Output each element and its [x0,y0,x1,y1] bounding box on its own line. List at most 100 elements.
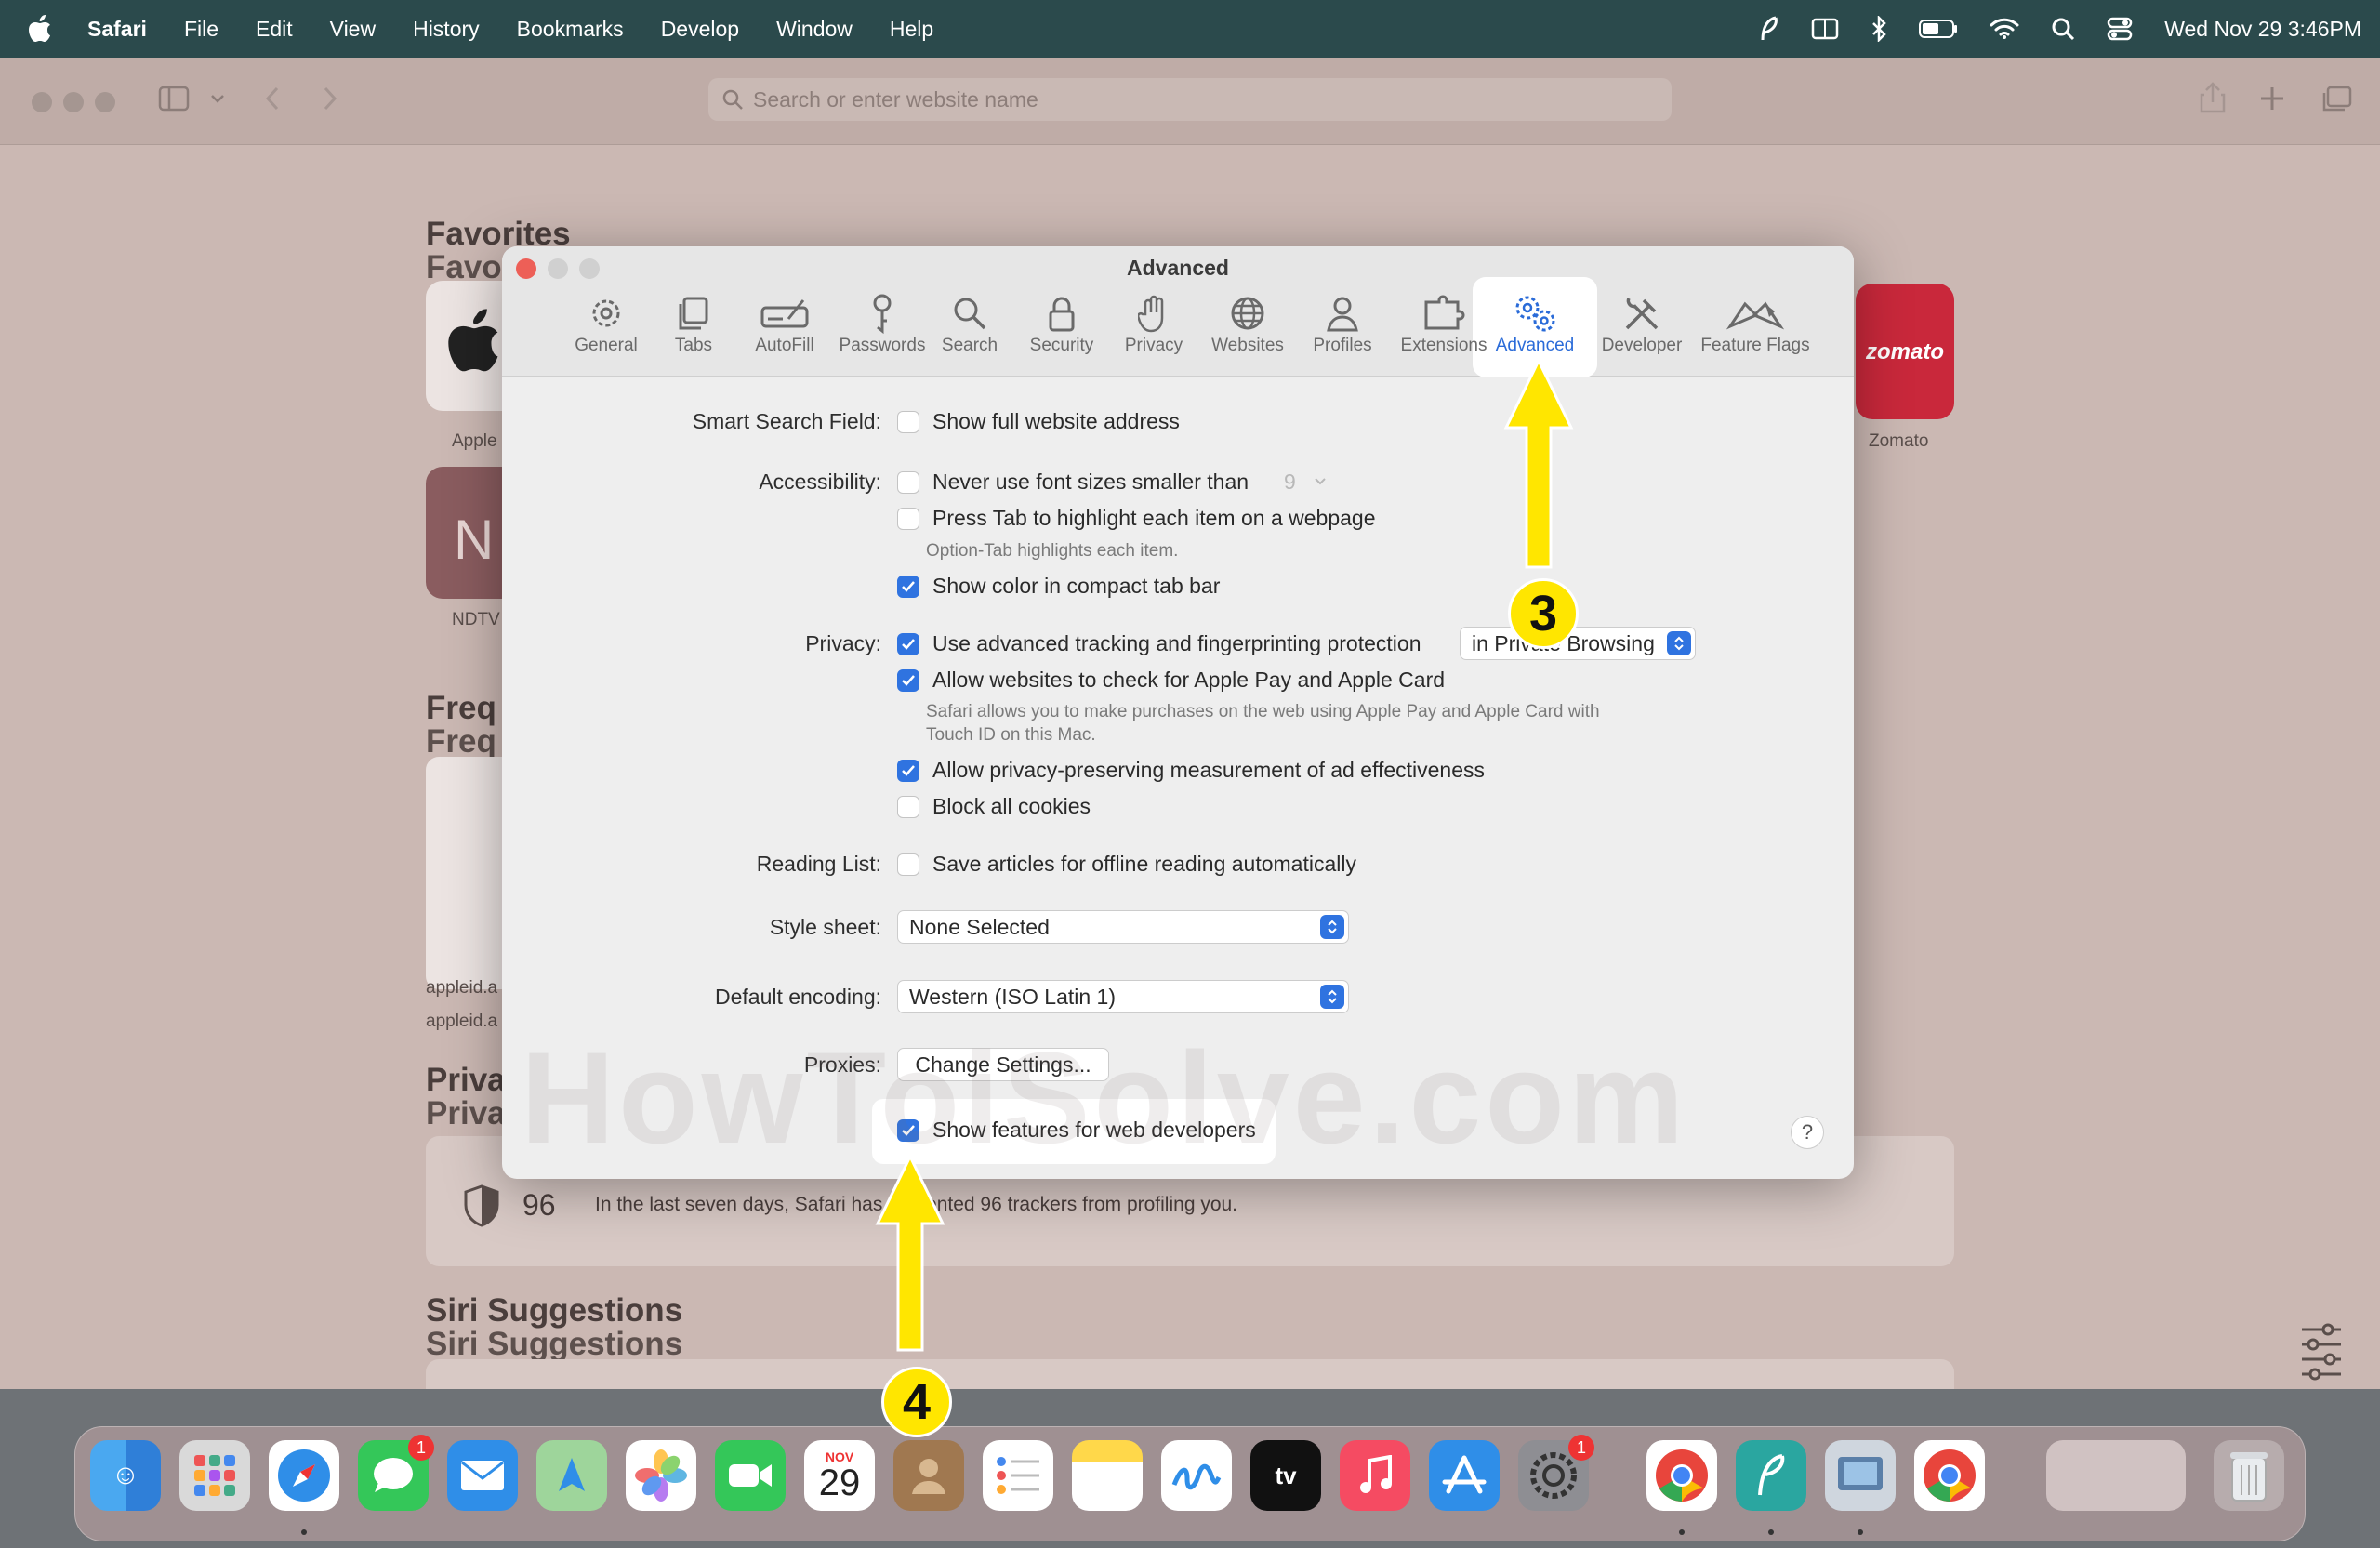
tracking-protection-checkbox[interactable] [897,632,919,655]
address-bar[interactable]: Search or enter website name [708,78,1672,121]
contacts-icon[interactable] [893,1440,964,1511]
tracking-scope-select[interactable]: in Private Browsing [1460,627,1696,660]
downloads-stack-icon[interactable] [2046,1440,2186,1511]
window-close-button[interactable] [32,92,52,112]
settings-badge: 1 [1568,1435,1594,1461]
key-icon [873,294,892,334]
menu-bar: Safari File Edit View History Bookmarks … [0,0,2380,58]
system-settings-icon[interactable]: 1 [1518,1435,1594,1511]
menu-help[interactable]: Help [890,17,933,42]
menubar-clock[interactable]: Wed Nov 29 3:46PM [2164,17,2361,42]
menu-file[interactable]: File [184,17,218,42]
maps-icon[interactable] [536,1440,607,1511]
safari-app-icon[interactable] [269,1440,339,1511]
step-3-marker: 3 [1508,578,1579,649]
chevron-down-icon [1315,478,1326,485]
wifi-icon[interactable] [1990,18,2019,40]
menu-safari[interactable]: Safari [87,17,147,42]
help-button[interactable]: ? [1791,1116,1824,1149]
apple-tv-icon[interactable]: tv [1250,1440,1321,1511]
block-cookies-option[interactable]: Block all cookies [897,794,1091,819]
app-store-icon[interactable] [1429,1440,1500,1511]
menu-history[interactable]: History [413,17,480,42]
facetime-icon[interactable] [715,1440,786,1511]
battery-icon[interactable] [1919,19,1958,39]
chrome-profile-icon[interactable] [1914,1440,1985,1511]
dock-running-dot [301,1529,307,1535]
finder-icon[interactable]: ☺ [90,1440,161,1511]
compact-tab-color-checkbox[interactable] [897,575,919,598]
tab-feature-flags[interactable]: Feature Flags [1688,293,1822,375]
menu-window[interactable]: Window [776,17,853,42]
frequent-item-label: appleid.a [426,978,498,998]
default-encoding-label: Default encoding: [714,985,881,1009]
minimum-font-option[interactable]: Never use font sizes smaller than [897,470,1249,495]
privacy-label: Privacy: [805,631,881,655]
ad-measurement-option[interactable]: Allow privacy-preserving measurement of … [897,758,1485,783]
back-icon[interactable] [264,86,281,112]
customize-sliders-icon[interactable] [2300,1322,2343,1382]
chrome-icon[interactable] [1646,1440,1717,1511]
window-zoom-button[interactable] [95,92,115,112]
photos-icon[interactable] [626,1440,696,1511]
gear-icon [592,299,620,327]
bluetooth-icon[interactable] [1871,16,1887,42]
favorite-zomato-tile[interactable]: zomato [1856,284,1954,419]
scrivener-icon[interactable] [1736,1440,1806,1511]
minimum-font-size-select: 9 [1272,465,1335,498]
tab-overview-icon[interactable] [2320,86,2352,113]
press-tab-option[interactable]: Press Tab to highlight each item on a we… [897,506,1376,531]
dock-running-dot-3 [1768,1529,1774,1535]
share-icon[interactable] [2200,82,2226,113]
notes-icon[interactable] [1072,1440,1143,1511]
safari-toolbar: Search or enter website name [0,58,2380,145]
menu-edit[interactable]: Edit [256,17,293,42]
block-cookies-checkbox[interactable] [897,795,919,818]
mail-icon[interactable] [447,1440,518,1511]
frequent-item-label-2: appleid.a [426,1012,498,1031]
apple-menu-icon[interactable] [28,15,60,43]
reading-list-label: Reading List: [756,852,881,876]
freeform-icon[interactable] [1161,1440,1232,1511]
spotlight-search-icon[interactable] [2051,17,2075,41]
apple-pay-option[interactable]: Allow websites to check for Apple Pay an… [897,668,1445,693]
show-full-address-option[interactable]: Show full website address [897,409,1180,434]
launchpad-icon[interactable] [179,1440,250,1511]
messages-icon[interactable]: 1 [358,1435,434,1511]
menu-bookmarks[interactable]: Bookmarks [517,17,624,42]
window-minimize-button[interactable] [63,92,84,112]
feather-icon[interactable] [1759,16,1779,42]
show-full-address-checkbox[interactable] [897,410,919,433]
trash-icon[interactable] [2214,1440,2284,1511]
compact-tab-color-option[interactable]: Show color in compact tab bar [897,574,1220,599]
chevron-updown-icon [1320,985,1344,1009]
minimum-font-checkbox[interactable] [897,470,919,494]
address-placeholder: Search or enter website name [753,86,1038,112]
tools-icon [1625,298,1659,330]
style-sheet-select[interactable]: None Selected [897,910,1349,944]
apple-pay-checkbox[interactable] [897,668,919,692]
menu-view[interactable]: View [330,17,376,42]
offline-reading-checkbox[interactable] [897,853,919,876]
new-tab-icon[interactable] [2259,86,2285,112]
reminders-icon[interactable] [983,1440,1053,1511]
menu-develop[interactable]: Develop [661,17,739,42]
ad-measurement-checkbox[interactable] [897,759,919,782]
lock-icon [1049,297,1075,332]
dock: ☺ 1 NOV 29 tv 1 [74,1426,2306,1541]
screen-mirror-icon[interactable] [1811,17,1839,41]
offline-reading-option[interactable]: Save articles for offline reading automa… [897,852,1356,877]
calendar-icon[interactable]: NOV 29 [804,1440,875,1511]
person-icon [1327,297,1358,332]
forward-icon[interactable] [322,86,338,112]
default-encoding-select[interactable]: Western (ISO Latin 1) [897,980,1349,1013]
preview-icon[interactable] [1825,1440,1896,1511]
sidebar-toggle-icon[interactable] [158,86,190,112]
tracking-protection-option[interactable]: Use advanced tracking and fingerprinting… [897,631,1421,656]
press-tab-checkbox[interactable] [897,507,919,530]
control-center-icon[interactable] [2107,17,2133,41]
music-icon[interactable] [1340,1440,1410,1511]
option-tab-note: Option-Tab highlights each item. [926,541,1179,561]
chevron-down-icon[interactable] [210,93,225,104]
dock-running-dot-4 [1858,1529,1863,1535]
